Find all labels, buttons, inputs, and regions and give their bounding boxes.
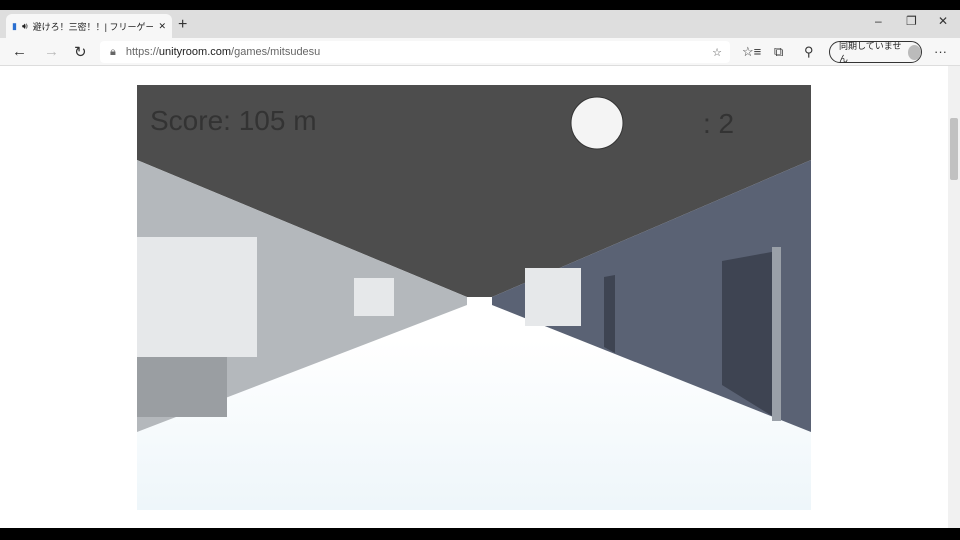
feedback-icon[interactable]: ⚲ [804,44,814,60]
close-tab-icon[interactable]: ✕ [158,21,166,32]
restore-button[interactable]: ❐ [906,14,917,28]
more-menu-button[interactable]: ··· [934,44,947,59]
vertical-scrollbar[interactable] [948,66,960,528]
sync-label: 同期していません [839,41,902,64]
door-frame [772,247,781,421]
partition [137,357,227,417]
game-canvas[interactable]: Score: 105 m : 2 [137,85,811,510]
sync-profile-button[interactable]: 同期していません [829,41,922,64]
lock-icon: 🔒︎ [110,45,116,58]
tab-title: 避けろ！三密！！| フリーゲーム [32,21,154,32]
mask-icon [570,96,624,150]
site-favicon-icon: ▮ [12,20,17,31]
url-scheme: https:// [125,46,159,58]
score-display: Score: 105 m [150,105,317,136]
refresh-button[interactable]: ↻ [74,43,87,61]
poster-face [137,237,257,357]
minimize-button[interactable]: – [875,14,882,28]
new-tab-button[interactable]: + [178,16,187,34]
forward-button[interactable]: → [44,43,59,60]
close-window-button[interactable]: ✕ [938,14,948,28]
mask-count: : 2 [703,108,735,139]
door [604,275,615,353]
url-path: /games/mitsudesu [231,46,321,58]
back-button[interactable]: ← [12,43,27,60]
url-domain: unityroom.com [158,46,232,58]
favorite-star-icon[interactable]: ☆ [712,46,722,59]
avatar [907,44,921,60]
scrollbar-thumb[interactable] [950,118,958,180]
collections-icon[interactable]: ⧉ [774,44,783,60]
url-input[interactable]: 🔒︎ https://unityroom.com/games/mitsudesu… [100,41,730,63]
poster-face [354,278,394,316]
address-bar-row: ← → ↻ 🔒︎ https://unityroom.com/games/mit… [0,38,960,66]
poster-face [525,268,581,326]
favorites-icon[interactable]: ☆≡ [742,44,761,60]
tab-bar: ▮ 🔊︎ 避けろ！三密！！| フリーゲーム ✕ + – ❐ ✕ [0,10,960,38]
tab-active[interactable]: ▮ 🔊︎ 避けろ！三密！！| フリーゲーム ✕ [6,14,172,38]
audio-playing-icon[interactable]: 🔊︎ [22,21,28,32]
corridor-scene [137,85,811,510]
page-content: Score: 105 m : 2 [0,66,948,528]
